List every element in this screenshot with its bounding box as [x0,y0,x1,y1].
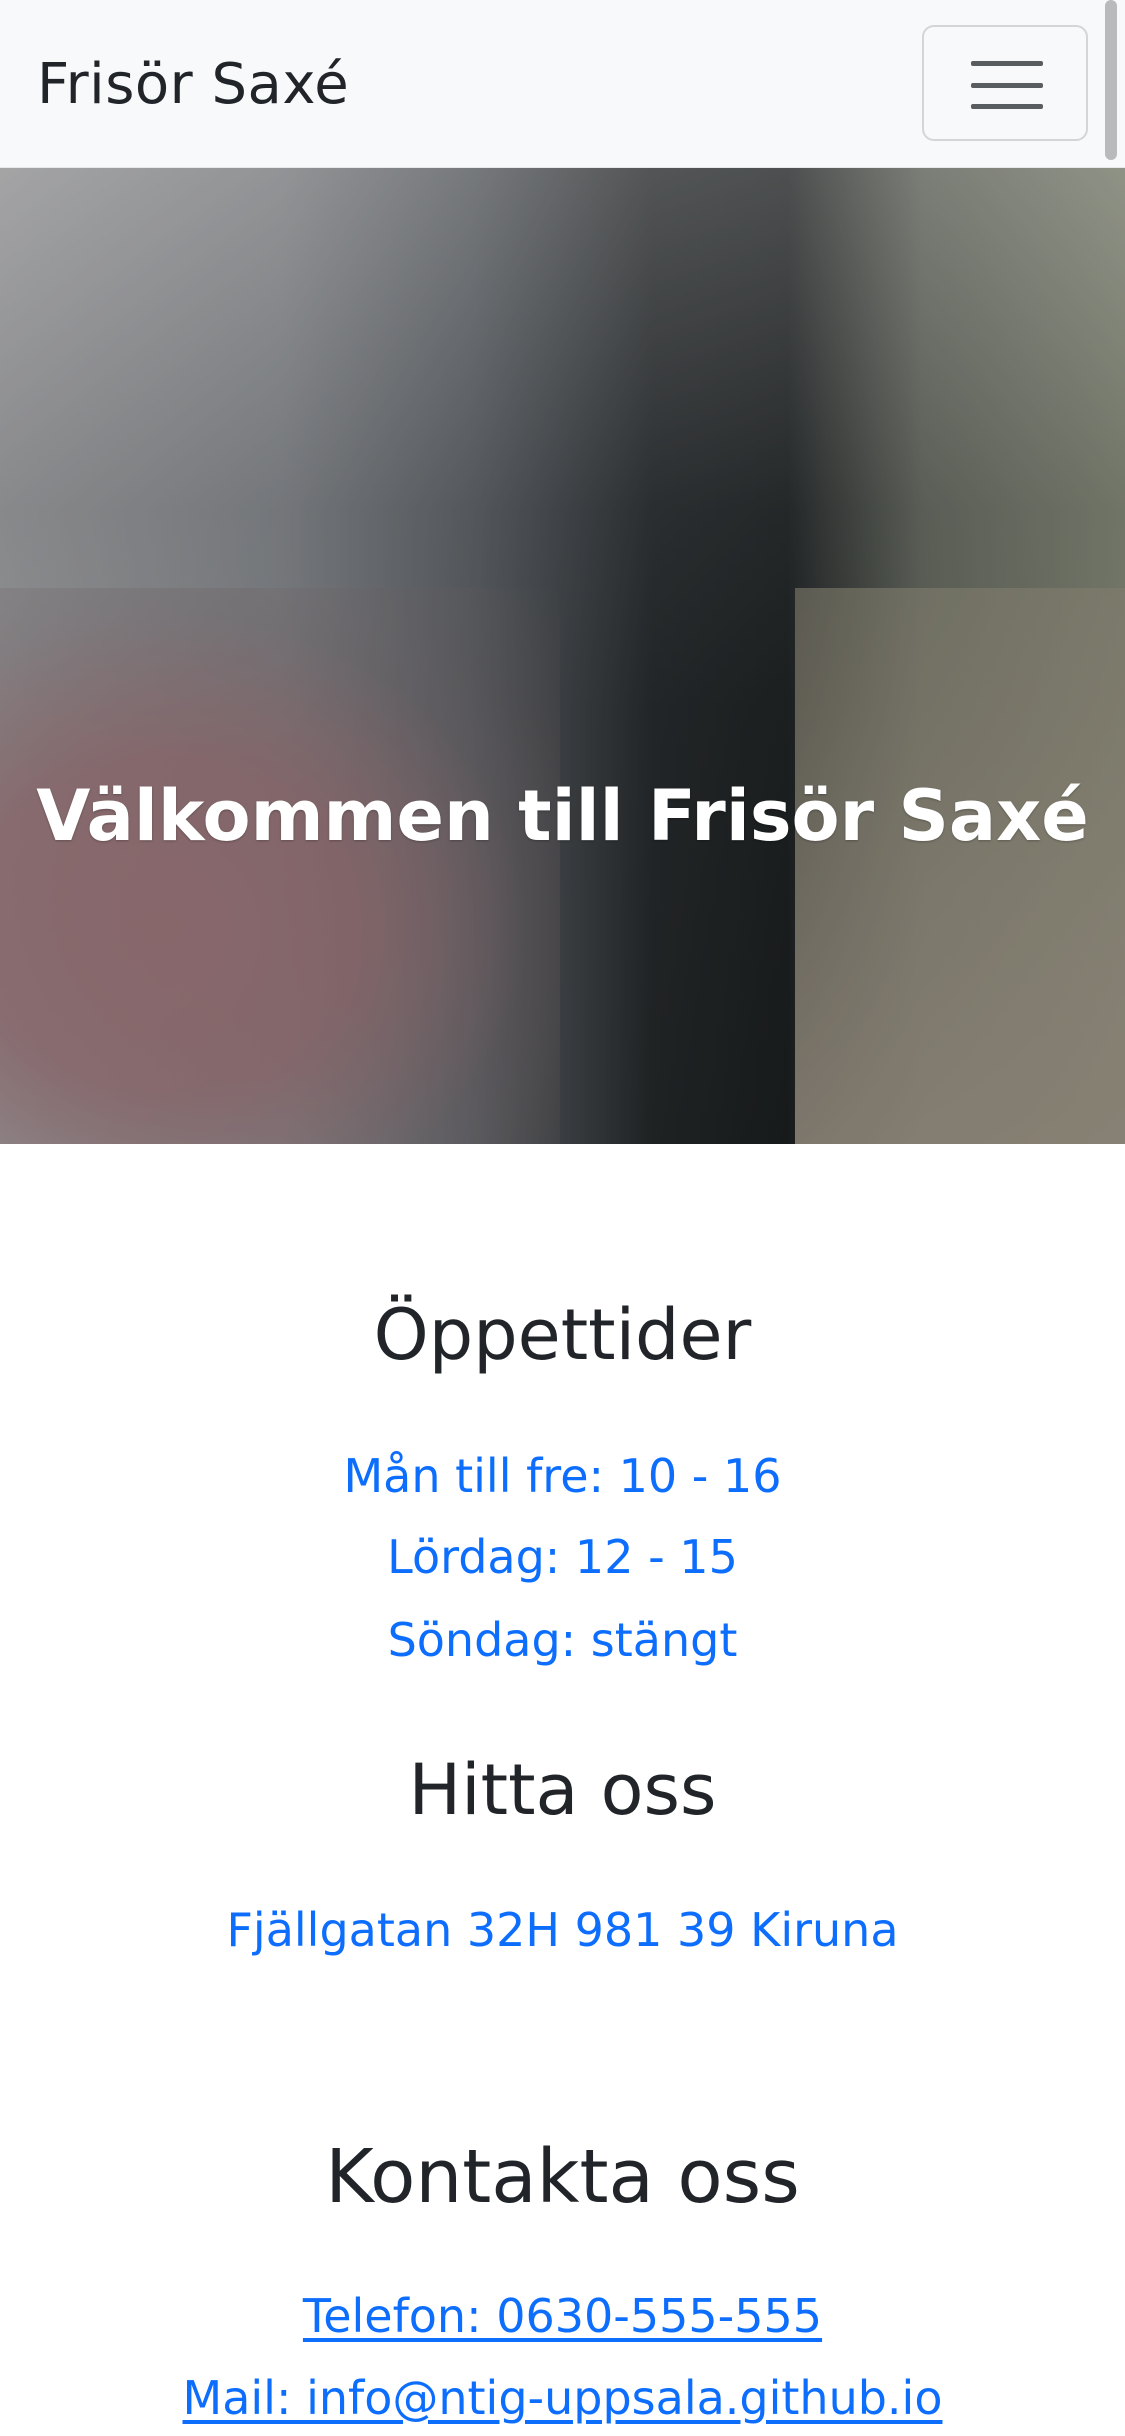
contact-heading: Kontakta oss [325,2134,800,2220]
hours-weekdays[interactable]: Mån till fre: 10 - 16 [0,1446,1125,1506]
navbar-toggle-button[interactable] [922,25,1088,141]
top-navbar: Frisör Saxé [0,0,1125,168]
scrollbar[interactable] [1105,0,1117,160]
hero-banner: Välkommen till Frisör Saxé [0,168,1125,1144]
hours-sunday[interactable]: Söndag: stängt [0,1610,1125,1670]
hamburger-menu-icon [971,61,1043,109]
phone-link[interactable]: Telefon: 0630-555-555 [0,2286,1125,2346]
address-link[interactable]: Fjällgatan 32H 981 39 Kiruna [0,1900,1125,1960]
location-heading: Hitta oss [408,1749,717,1831]
hero-title: Välkommen till Frisör Saxé [36,775,1089,857]
brand-link[interactable]: Frisör Saxé [37,50,349,120]
hours-saturday[interactable]: Lördag: 12 - 15 [0,1527,1125,1587]
hours-heading: Öppettider [373,1294,752,1376]
email-link[interactable]: Mail: info@ntig-uppsala.github.io [0,2368,1125,2428]
page: Frisör Saxé Välkommen till Frisör Saxé Ö… [0,0,1125,2436]
